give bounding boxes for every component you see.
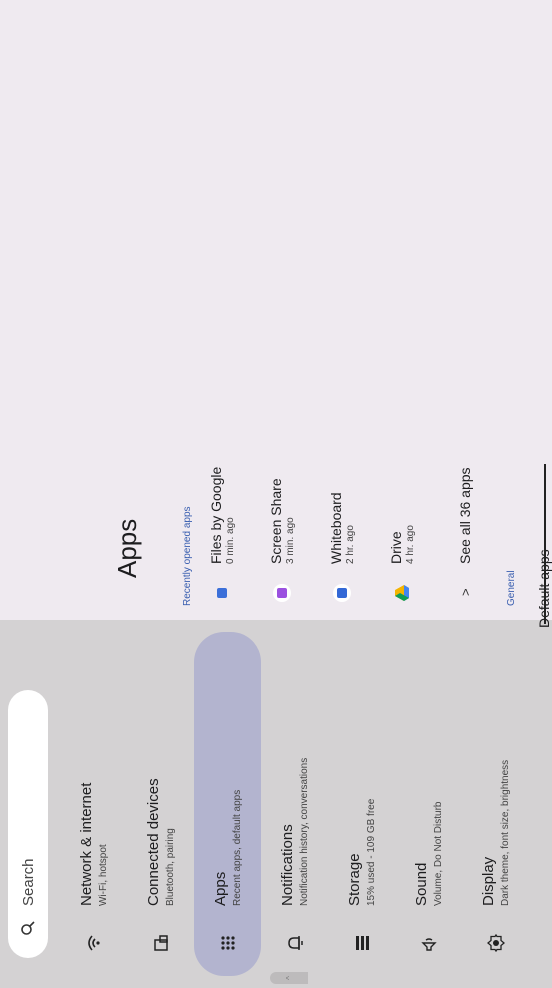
nav-item-network[interactable]: Network & internet Wi-Fi, hotspot <box>60 632 127 976</box>
nav-subtitle: Volume, Do Not Disturb <box>432 801 444 907</box>
nav-item-notifications[interactable]: Notifications Notification history, conv… <box>261 632 328 976</box>
app-last-opened: 0 min. ago <box>224 517 236 564</box>
volume-icon <box>418 932 440 954</box>
search-bar[interactable]: Search <box>8 690 48 958</box>
nav-subtitle: 15% used - 109 GB free <box>365 798 377 906</box>
nav-title: Network & internet <box>77 782 95 906</box>
page-title: Apps <box>112 518 142 578</box>
general-label: General <box>506 570 517 606</box>
nav-subtitle: Dark theme, font size, brightness <box>499 759 511 906</box>
app-last-opened: 3 min. ago <box>284 517 296 564</box>
app-name: Whiteboard <box>327 492 344 564</box>
see-all-apps-button[interactable]: > See all 36 apps <box>450 370 480 620</box>
recent-app-files-by-google[interactable]: Files by Google 0 min. ago <box>202 370 242 620</box>
chevron-right-icon: > <box>457 588 473 596</box>
see-all-label: See all 36 apps <box>457 467 473 564</box>
files-by-google-icon <box>213 584 231 602</box>
whiteboard-icon <box>333 584 351 602</box>
brightness-icon <box>485 932 507 954</box>
app-last-opened: 4 hr. ago <box>404 525 416 564</box>
nav-item-connected-devices[interactable]: Connected devices Bluetooth, pairing <box>127 632 194 976</box>
search-placeholder: Search <box>19 858 37 906</box>
wifi-icon <box>83 932 105 954</box>
nav-item-sound[interactable]: Sound Volume, Do Not Disturb <box>395 632 462 976</box>
storage-icon <box>351 932 373 954</box>
screen-share-icon <box>273 584 291 602</box>
app-name: Drive <box>387 531 404 564</box>
gesture-bar <box>544 464 546 624</box>
nav-subtitle: Notification history, conversations <box>298 757 310 906</box>
nav-title: Display <box>479 856 497 906</box>
settings-nav: Network & internet Wi-Fi, hotspot Connec… <box>60 632 529 976</box>
recent-app-drive[interactable]: Drive 4 hr. ago <box>382 370 422 620</box>
nav-title: Connected devices <box>144 778 162 906</box>
nav-title: Notifications <box>278 824 296 906</box>
app-name: Files by Google <box>207 466 224 564</box>
expand-handle-icon[interactable]: ^ <box>270 972 308 984</box>
devices-icon <box>150 932 172 954</box>
nav-item-storage[interactable]: Storage 15% used - 109 GB free <box>328 632 395 976</box>
settings-screen: Search Network & internet Wi-Fi, hotspot… <box>0 0 552 988</box>
app-last-opened: 2 hr. ago <box>344 525 356 564</box>
nav-item-display[interactable]: Display Dark theme, font size, brightnes… <box>462 632 529 976</box>
bell-icon <box>284 932 306 954</box>
recent-app-screen-share[interactable]: Screen Share 3 min. ago <box>262 370 302 620</box>
apps-grid-icon <box>217 932 239 954</box>
nav-title: Apps <box>211 871 229 906</box>
search-icon <box>18 918 38 938</box>
nav-title: Sound <box>412 862 430 906</box>
settings-sidebar: Search Network & internet Wi-Fi, hotspot… <box>0 620 552 988</box>
recent-apps-label: Recently opened apps <box>182 506 193 606</box>
nav-subtitle: Bluetooth, pairing <box>164 828 176 906</box>
nav-subtitle: Recent apps, default apps <box>231 789 243 906</box>
nav-title: Storage <box>345 853 363 906</box>
recent-app-whiteboard[interactable]: Whiteboard 2 hr. ago <box>322 370 362 620</box>
drive-icon <box>393 584 411 602</box>
app-name: Screen Share <box>267 478 284 564</box>
nav-subtitle: Wi-Fi, hotspot <box>97 844 109 906</box>
apps-main-pane: Apps Recently opened apps Files by Googl… <box>0 0 552 628</box>
nav-item-apps[interactable]: Apps Recent apps, default apps <box>194 632 261 976</box>
